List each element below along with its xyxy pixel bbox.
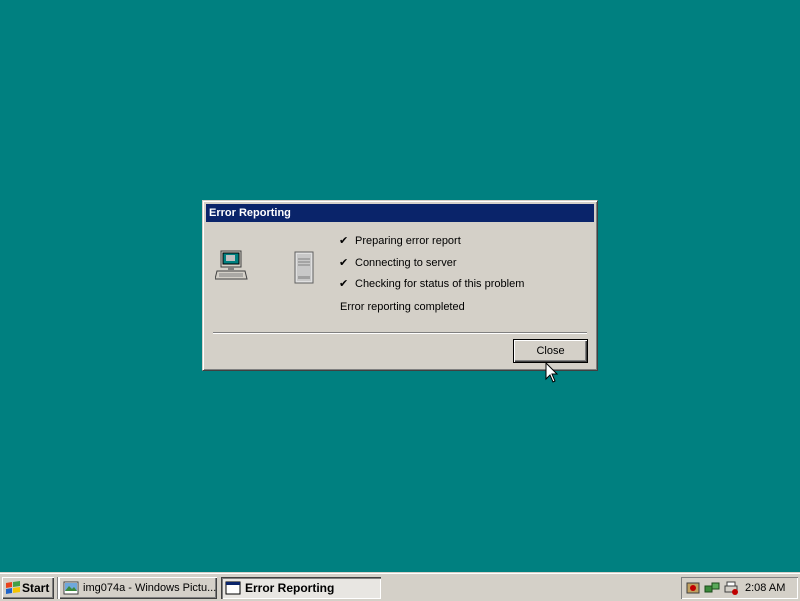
- dialog-title: Error Reporting: [209, 207, 291, 219]
- start-label: Start: [22, 581, 50, 595]
- close-button[interactable]: Close: [513, 339, 588, 363]
- windows-logo-icon: [6, 581, 20, 594]
- step-label: Preparing error report: [355, 235, 461, 247]
- check-icon: ✔: [339, 256, 349, 269]
- task-label: img074a - Windows Pictu...: [83, 582, 217, 594]
- start-button[interactable]: Start: [2, 577, 54, 599]
- computer-icon: [215, 250, 248, 280]
- task-label: Error Reporting: [245, 581, 335, 595]
- security-icon[interactable]: [685, 580, 701, 596]
- clock[interactable]: 2:08 AM: [745, 577, 785, 599]
- step-label: Connecting to server: [355, 256, 457, 269]
- step-label: Checking for status of this problem: [355, 278, 525, 290]
- network-icon[interactable]: [704, 580, 720, 596]
- task-button-error-reporting[interactable]: Error Reporting: [221, 577, 381, 599]
- separator: [213, 332, 587, 334]
- system-tray: 2:08 AM: [681, 577, 798, 599]
- printer-icon[interactable]: [723, 580, 739, 596]
- picture-viewer-icon: [63, 581, 79, 595]
- window-icon: [225, 581, 241, 595]
- check-icon: ✔: [339, 235, 349, 247]
- status-message: Error reporting completed: [340, 301, 465, 313]
- mouse-cursor-icon: [545, 362, 559, 383]
- taskbar: Start img074a - Windows Pictu... Error R…: [0, 572, 800, 601]
- task-button-picture-viewer[interactable]: img074a - Windows Pictu...: [59, 577, 217, 599]
- check-icon: ✔: [339, 278, 349, 290]
- error-reporting-dialog: Error Reporting ✔ Preparing error report…: [202, 200, 598, 371]
- server-icon: [294, 251, 314, 284]
- dialog-titlebar[interactable]: Error Reporting: [206, 204, 594, 222]
